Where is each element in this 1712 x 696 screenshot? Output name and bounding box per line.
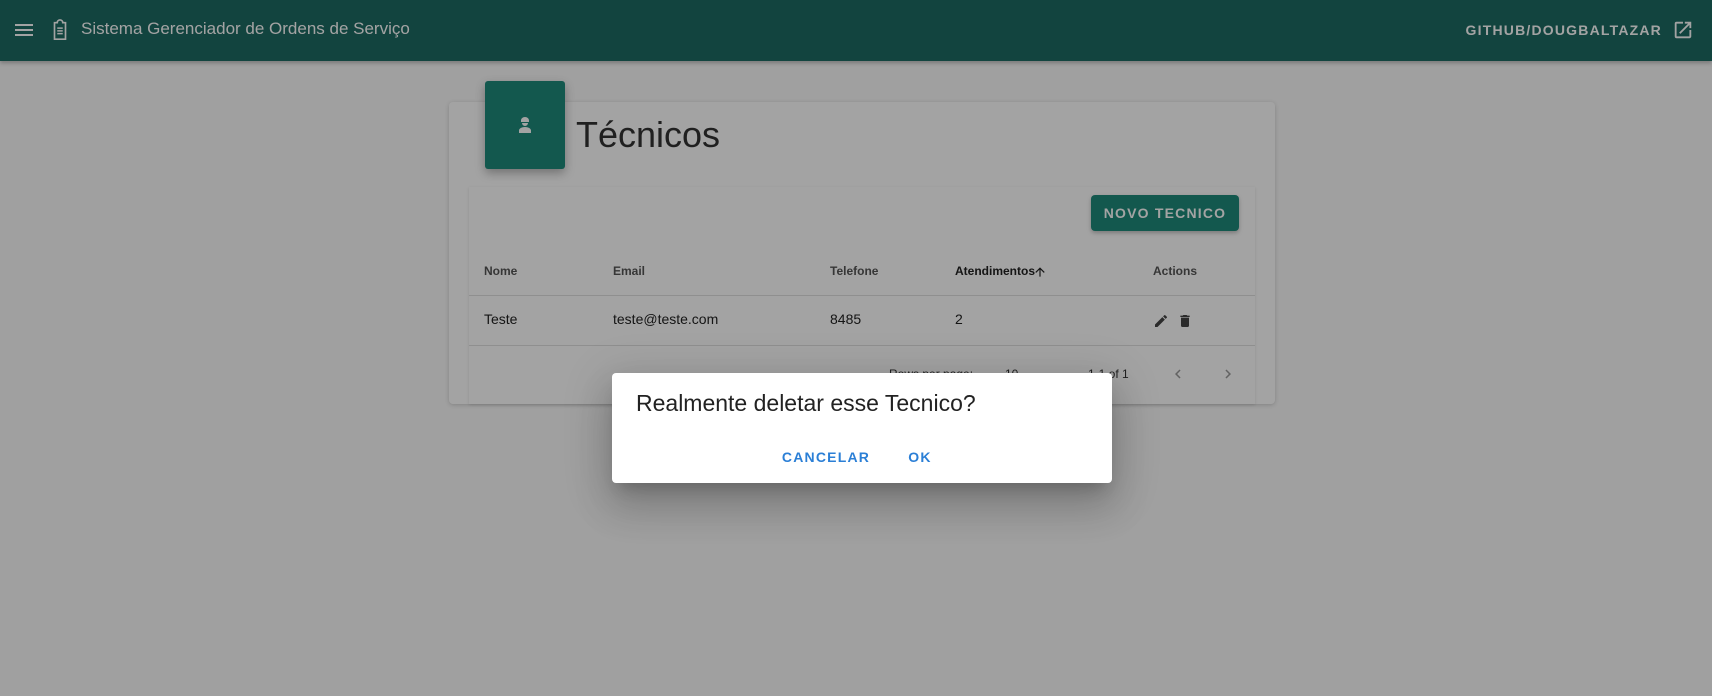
dialog-title: Realmente deletar esse Tecnico? xyxy=(636,390,976,416)
modal-backdrop[interactable] xyxy=(0,0,1712,696)
cancel-button[interactable]: CANCELAR xyxy=(782,443,870,471)
ok-button[interactable]: OK xyxy=(895,443,945,471)
confirm-delete-dialog: Realmente deletar esse Tecnico? CANCELAR… xyxy=(612,373,1112,483)
